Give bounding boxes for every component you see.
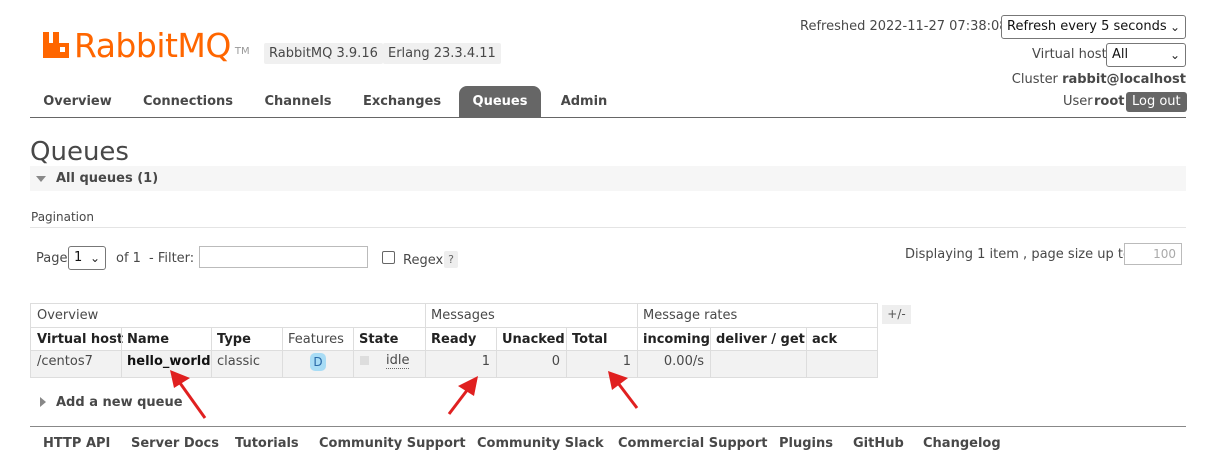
page-title: Queues xyxy=(30,137,129,167)
column-toggle-button[interactable]: +/- xyxy=(882,305,911,324)
regex-checkbox[interactable] xyxy=(382,251,395,264)
table-grid-line xyxy=(806,328,807,377)
pagination-divider xyxy=(30,227,1186,228)
footer-link-github[interactable]: GitHub xyxy=(853,436,904,451)
footer-divider xyxy=(30,426,1186,427)
rabbitmq-logo[interactable]: RabbitMQ TM xyxy=(41,26,250,66)
footer-link-community-support[interactable]: Community Support xyxy=(319,436,466,451)
erlang-version-badge: Erlang 23.3.4.11 xyxy=(383,43,501,64)
table-grid-line xyxy=(121,328,122,377)
annotation-arrows xyxy=(170,370,639,419)
footer-link-tutorials[interactable]: Tutorials xyxy=(235,436,299,451)
footer-link-community-slack[interactable]: Community Slack xyxy=(477,436,604,451)
filter-label: - Filter: xyxy=(149,251,195,266)
user-label: User xyxy=(1063,94,1093,109)
chevron-down-icon: ⌄ xyxy=(1169,20,1180,34)
arrow-head-icon xyxy=(458,376,478,396)
arrow-icon xyxy=(616,382,639,409)
regex-label: Regex xyxy=(403,253,444,268)
all-queues-section-toggle[interactable]: All queues (1) xyxy=(30,166,1186,191)
page-number-value: 1 xyxy=(74,250,83,265)
tab-connections[interactable]: Connections xyxy=(132,86,244,117)
group-header-messages: Messages xyxy=(425,304,637,328)
pagination-label: Pagination xyxy=(31,210,94,224)
cell-deliver-get xyxy=(710,349,806,375)
virtual-host-select[interactable]: All ⌄ xyxy=(1106,43,1186,67)
cell-virtual-host: /centos7 xyxy=(37,354,93,369)
user-name: root xyxy=(1094,94,1125,109)
displaying-text: Displaying 1 item , page size up to: xyxy=(905,247,1136,262)
logo-wordmark: RabbitMQ xyxy=(74,26,231,65)
rabbitmq-logo-icon xyxy=(41,30,71,60)
tab-overview[interactable]: Overview xyxy=(30,86,125,117)
filter-input[interactable] xyxy=(199,246,368,268)
column-header-state[interactable]: State xyxy=(353,328,425,352)
tab-channels[interactable]: Channels xyxy=(252,86,344,117)
logout-button[interactable]: Log out xyxy=(1126,92,1187,112)
tab-underline xyxy=(30,117,1186,118)
tab-exchanges[interactable]: Exchanges xyxy=(352,86,452,117)
group-header-overview: Overview xyxy=(31,304,425,328)
chevron-down-icon: ⌄ xyxy=(1169,48,1180,62)
page-label: Page xyxy=(36,251,68,266)
page-count-text: of 1 xyxy=(116,251,141,266)
table-grid-line xyxy=(31,327,877,328)
arrow-icon xyxy=(447,388,470,415)
page-size-input[interactable]: 100 xyxy=(1124,243,1182,265)
cluster-label: Cluster xyxy=(1011,72,1058,87)
column-header-features: Features xyxy=(288,332,344,347)
arrow-icon xyxy=(178,382,207,419)
footer-link-http-api[interactable]: HTTP API xyxy=(43,436,110,451)
page-number-select[interactable]: 1 ⌄ xyxy=(68,246,106,270)
logo-trademark: TM xyxy=(234,46,250,57)
tab-admin[interactable]: Admin xyxy=(549,86,619,117)
tab-queues[interactable]: Queues xyxy=(459,86,541,117)
expand-triangle-icon xyxy=(40,397,46,407)
refresh-interval-select[interactable]: Refresh every 5 seconds ⌄ xyxy=(1001,15,1186,39)
cluster-info: Cluster rabbit@localhost xyxy=(1012,72,1186,87)
virtual-host-label: Virtual host xyxy=(1032,47,1107,62)
cell-ack xyxy=(806,349,877,375)
table-grid-line xyxy=(31,350,877,351)
cluster-name: rabbit@localhost xyxy=(1062,72,1186,87)
section-title: All queues (1) xyxy=(56,171,159,186)
rabbitmq-version-badge: RabbitMQ 3.9.16 xyxy=(264,43,383,64)
footer-link-server-docs[interactable]: Server Docs xyxy=(131,436,219,451)
chevron-down-icon: ⌄ xyxy=(89,251,100,265)
virtual-host-value: All xyxy=(1112,47,1129,62)
refreshed-timestamp: Refreshed 2022-11-27 07:38:08 xyxy=(800,19,1008,34)
refresh-interval-value: Refresh every 5 seconds xyxy=(1007,19,1167,34)
collapse-triangle-icon xyxy=(36,176,46,182)
group-header-message-rates: Message rates xyxy=(637,304,877,328)
table-grid-line xyxy=(710,328,711,377)
arrow-head-icon xyxy=(608,371,628,390)
footer-link-commercial-support[interactable]: Commercial Support xyxy=(618,436,768,451)
regex-help-button[interactable]: ? xyxy=(444,251,458,268)
footer-link-plugins[interactable]: Plugins xyxy=(779,436,833,451)
footer-link-changelog[interactable]: Changelog xyxy=(923,436,1001,451)
